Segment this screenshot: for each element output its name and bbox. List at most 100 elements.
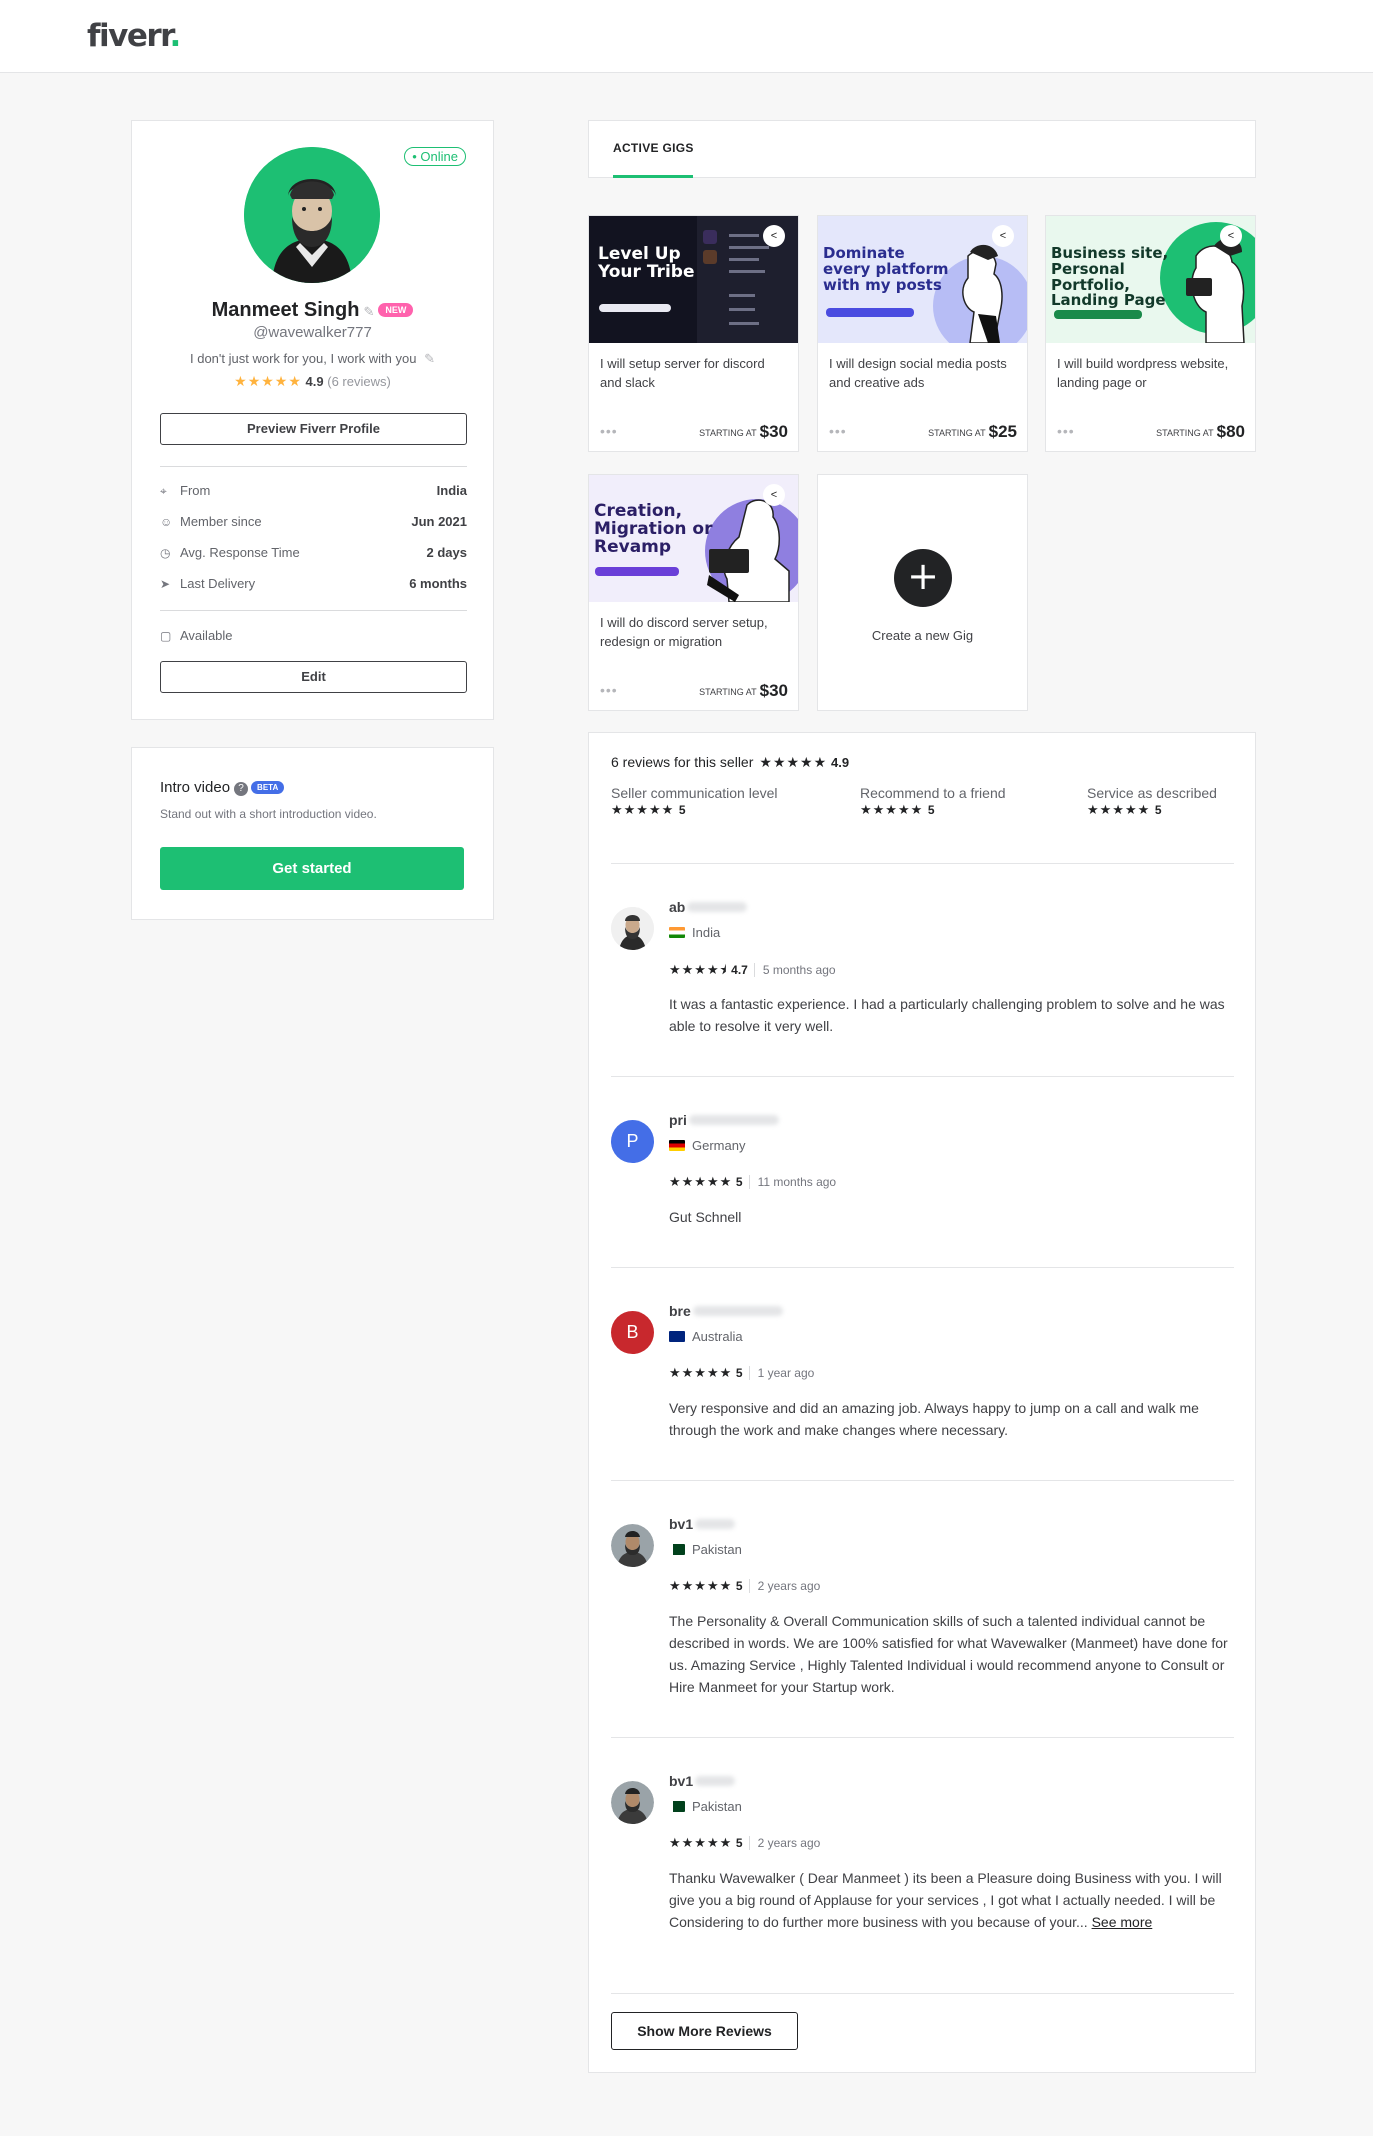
divider [160,610,467,611]
gig-title[interactable]: I will do discord server setup, redesign… [600,613,790,651]
divider [160,466,467,467]
intro-video-subtitle: Stand out with a short introduction vide… [160,807,377,821]
more-options-icon[interactable]: ••• [600,423,618,439]
review-text: The Personality & Overall Communication … [669,1613,1228,1695]
tab-active-gigs[interactable]: ACTIVE GIGS [613,141,694,155]
review-text: It was a fantastic experience. I had a p… [669,996,1225,1034]
intro-video-card: Intro video? BETA Stand out with a short … [131,747,494,920]
rating-stars-icon: ★★★★★ [669,1174,733,1189]
fiverr-logo[interactable]: fiverr. [87,18,181,54]
see-more-link[interactable]: See more [1092,1914,1153,1930]
reviews-section: 6 reviews for this seller ★★★★★ 4.9 Selle… [588,732,1256,2073]
availability-row[interactable]: ▢ Available [160,628,467,646]
calendar-icon: ▢ [160,629,172,643]
reviewer-country: Pakistan [669,1799,742,1814]
plus-icon[interactable]: + [894,549,952,607]
more-options-icon[interactable]: ••• [600,682,618,698]
review-rating: ★★★★⯨ 4.7 5 months ago [669,962,836,977]
create-gig-label[interactable]: Create a new Gig [818,628,1027,643]
gig-title[interactable]: I will design social media posts and cre… [829,354,1019,392]
edit-profile-button[interactable]: Edit [160,661,467,693]
review-rating: ★★★★★ 5 11 months ago [669,1174,837,1189]
rating-stars-icon: ★★★★★ 5 [1087,802,1162,817]
gig-thumbnail[interactable]: Business site, Personal Portfolio, Landi… [1046,216,1255,343]
more-options-icon[interactable]: ••• [829,423,847,439]
divider [611,1480,1234,1481]
share-icon[interactable]: < [992,225,1014,247]
gig-card[interactable]: Level Up Your Tribe < I will setup serve… [588,215,799,452]
new-seller-badge: NEW [378,303,414,317]
gig-card[interactable]: Creation, Migration or Revamp < I will d… [588,474,799,711]
gig-thumbnail-text: Creation, Migration or Revamp [594,501,713,557]
india-flag-icon [669,927,685,938]
germany-flag-icon [669,1140,685,1151]
send-icon: ➤ [160,577,171,591]
reviewer-name: bv1 [669,1773,736,1789]
divider [611,863,1234,864]
reviewer-avatar[interactable]: P [611,1120,654,1163]
reviewer-name: pri [669,1112,779,1128]
review-rating: ★★★★★ 52 years ago [669,1835,821,1850]
preview-profile-button[interactable]: Preview Fiverr Profile [160,413,467,445]
subrating-communication: Seller communication level ★★★★★ 5 [611,785,778,817]
rating-stars-icon: ★★★★★ 5 [860,802,935,817]
profile-card: • Online Manmeet Singh ✎ NEW @wavewalker77… [131,120,494,720]
gig-thumbnail[interactable]: Dominate every platform with my posts < [818,216,1027,343]
show-more-reviews-button[interactable]: Show More Reviews [611,2012,798,2050]
gig-card[interactable]: Business site, Personal Portfolio, Landi… [1045,215,1256,452]
profile-avatar[interactable] [244,147,380,283]
review-rating: ★★★★★ 52 years ago [669,1578,821,1593]
top-header: fiverr. [0,0,1373,73]
pakistan-flag-icon [669,1801,685,1812]
subrating-recommend: Recommend to a friend ★★★★★ 5 [860,785,1006,817]
profile-rating: ★★★★★ 4.9 (6 reviews) [234,373,391,389]
reviewer-country: India [669,925,720,940]
review-text: Very responsive and did an amazing job. … [669,1400,1199,1438]
info-row-response-time: ◷ Avg. Response Time 2 days [160,545,467,560]
profile-handle: @wavewalker777 [253,324,372,341]
gig-thumbnail[interactable]: Level Up Your Tribe < [589,216,798,343]
edit-name-pencil-icon[interactable]: ✎ [363,304,374,320]
pakistan-flag-icon [669,1544,685,1555]
edit-tagline-pencil-icon[interactable]: ✎ [424,351,435,367]
gig-title[interactable]: I will build wordpress website, landing … [1057,354,1247,392]
info-row-from: ⌖ From India [160,483,467,498]
reviewer-avatar[interactable] [611,1524,654,1567]
rating-stars-icon: ★★★★★ [669,1578,733,1593]
beta-badge: BETA [251,781,285,794]
profile-tagline: I don't just work for you, I work with y… [190,351,417,366]
get-started-button[interactable]: Get started [160,847,464,890]
reviewer-name: bv1 [669,1516,736,1532]
reviewer-name: ab [669,899,748,915]
share-icon[interactable]: < [763,225,785,247]
reviewer-country: Germany [669,1138,745,1153]
profile-name: Manmeet Singh [211,299,360,321]
divider [611,1267,1234,1268]
rating-stars-icon: ★★★★★ [669,1365,733,1380]
more-options-icon[interactable]: ••• [1057,423,1075,439]
gig-price: STARTING AT $80 [1156,422,1245,441]
active-tab-underline [613,175,693,178]
share-icon[interactable]: < [763,484,785,506]
rating-stars-icon: ★★★★★ [669,1835,733,1850]
gig-thumbnail-text: Dominate every platform with my posts [823,244,949,294]
gig-title[interactable]: I will setup server for discord and slac… [600,354,790,392]
divider [611,1076,1234,1077]
gig-card[interactable]: Dominate every platform with my posts < … [817,215,1028,452]
reviewer-country: Pakistan [669,1542,742,1557]
gigs-tabbar: ACTIVE GIGS [588,120,1256,178]
online-status-badge: • Online [404,147,466,166]
share-icon[interactable]: < [1220,225,1242,247]
create-gig-card[interactable]: + Create a new Gig [817,474,1028,711]
info-row-member-since: ☺ Member since Jun 2021 [160,514,467,529]
reviewer-avatar[interactable] [611,1781,654,1824]
review-text: Gut Schnell [669,1209,742,1225]
gig-thumbnail[interactable]: Creation, Migration or Revamp < [589,475,798,602]
reviewer-avatar[interactable] [611,907,654,950]
user-icon: ☺ [160,515,173,529]
subrating-service: Service as described ★★★★★ 5 [1087,785,1217,817]
help-icon[interactable]: ? [234,782,249,796]
reviewer-avatar[interactable]: B [611,1311,654,1354]
reviewer-name: bre [669,1303,783,1319]
gig-thumbnail-text: Business site, Personal Portfolio, Landi… [1051,244,1169,310]
